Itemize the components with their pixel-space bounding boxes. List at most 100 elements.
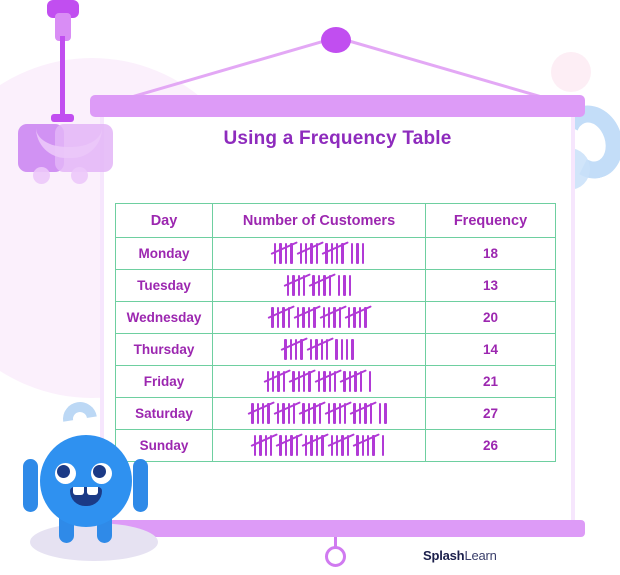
cell-frequency: 20 — [425, 301, 556, 334]
tally-stroke — [297, 371, 301, 392]
tally-stroke — [302, 403, 305, 424]
column-header-customers: Number of Customers — [212, 203, 426, 238]
tally-group-of-five — [293, 305, 321, 328]
tally-stroke — [340, 339, 344, 360]
tally-group-of-five — [352, 433, 381, 456]
tally-group-of-five — [301, 433, 329, 456]
tally-stroke — [368, 371, 372, 392]
tally-group-of-five — [263, 369, 291, 392]
tally-stroke — [358, 403, 362, 424]
cell-frequency: 21 — [425, 365, 556, 398]
column-header-day: Day — [115, 203, 213, 238]
tally-group-of-five — [324, 401, 352, 424]
watermark-light: Learn — [464, 548, 497, 563]
table-row: Monday 18 — [115, 237, 556, 270]
tally-group-of-five — [306, 337, 334, 360]
tally-stroke — [361, 243, 364, 264]
tally-stroke — [353, 307, 356, 328]
tally-stroke — [323, 371, 326, 392]
cell-tally-marks — [212, 301, 426, 334]
tally-stroke — [271, 307, 274, 328]
tally-singles — [335, 339, 354, 360]
mascot-arm-right — [133, 468, 148, 512]
tally-group-of-five — [327, 433, 355, 456]
tally-stroke — [259, 435, 262, 456]
hanger-pole-collar — [51, 114, 74, 122]
tally-stroke — [335, 435, 339, 456]
tally-stroke — [333, 403, 336, 424]
tally-group-of-five — [273, 401, 301, 424]
tally-stroke — [256, 403, 259, 424]
cell-frequency: 18 — [425, 237, 556, 270]
table-row: Tuesday 13 — [115, 269, 556, 302]
tally-stroke — [292, 275, 295, 296]
tally-stroke — [330, 243, 333, 264]
tally-stroke — [279, 435, 282, 456]
blue-mascot-character — [12, 395, 182, 575]
cell-day: Tuesday — [115, 269, 213, 302]
mascot-tooth-left — [73, 487, 84, 495]
tally-group-of-five — [267, 305, 296, 328]
tally-stroke — [312, 275, 315, 296]
cell-tally-marks — [212, 269, 426, 302]
cell-tally-marks — [212, 237, 426, 270]
hanger-pole-rod — [60, 36, 65, 118]
tally-stroke — [315, 339, 318, 360]
watermark: SplashLearn — [423, 548, 497, 563]
tally-group-of-five — [288, 369, 317, 392]
tally-group-of-five — [275, 433, 304, 456]
infographic-stage: Using a Frequency Table Day Number of Cu… — [0, 0, 620, 575]
cell-day: Wednesday — [115, 301, 213, 334]
tally-stroke — [384, 403, 387, 424]
tally-stroke — [351, 339, 354, 360]
tally-group-of-five — [321, 241, 350, 264]
cell-day: Monday — [115, 237, 213, 270]
tally-stroke — [305, 243, 308, 264]
mascot-tooth-right — [87, 487, 98, 495]
tally-stroke — [337, 275, 341, 296]
tally-stroke — [279, 243, 282, 264]
tally-stroke — [310, 435, 313, 456]
tally-stroke — [302, 307, 305, 328]
cell-tally-marks — [212, 365, 426, 398]
tally-stroke — [348, 371, 352, 392]
tally-stroke — [346, 339, 349, 360]
cell-frequency: 27 — [425, 397, 556, 430]
tally-singles — [337, 275, 352, 296]
mascot-eye-left — [55, 463, 76, 484]
background-circle-pink — [551, 52, 591, 92]
tally-group-of-five — [270, 241, 299, 264]
tally-group-of-five — [349, 401, 378, 424]
background-circle-small — [8, 334, 54, 380]
cell-frequency: 26 — [425, 429, 556, 462]
cell-day: Friday — [115, 365, 213, 398]
tally-group-of-five — [339, 369, 368, 392]
tally-group-of-five — [296, 241, 324, 264]
tally-stroke — [327, 307, 331, 328]
tally-stroke — [284, 435, 288, 456]
tally-group-of-five — [298, 401, 327, 424]
tally-group-of-five — [319, 305, 347, 328]
cord-knob-icon — [321, 27, 351, 53]
tally-stroke — [343, 275, 346, 296]
table-row: Thursday 14 — [115, 333, 556, 366]
tally-group-of-five — [280, 337, 309, 360]
banner-top-bar — [90, 95, 585, 117]
tally-stroke — [381, 435, 385, 456]
tally-group-of-five — [250, 433, 278, 456]
column-header-frequency: Frequency — [425, 203, 556, 238]
tally-stroke — [379, 403, 382, 424]
clamp-dot-left — [33, 167, 50, 184]
tally-stroke — [307, 403, 311, 424]
pull-ring-icon[interactable] — [325, 546, 346, 567]
tally-group-of-five — [344, 305, 373, 328]
mascot-arm-left — [23, 468, 38, 512]
tally-stroke — [317, 275, 321, 296]
tally-stroke — [356, 243, 359, 264]
tally-singles — [368, 371, 372, 392]
cell-frequency: 13 — [425, 269, 556, 302]
tally-stroke — [282, 403, 285, 424]
tally-stroke — [272, 371, 275, 392]
tally-singles — [350, 243, 364, 264]
watermark-bold: Splash — [423, 548, 465, 563]
